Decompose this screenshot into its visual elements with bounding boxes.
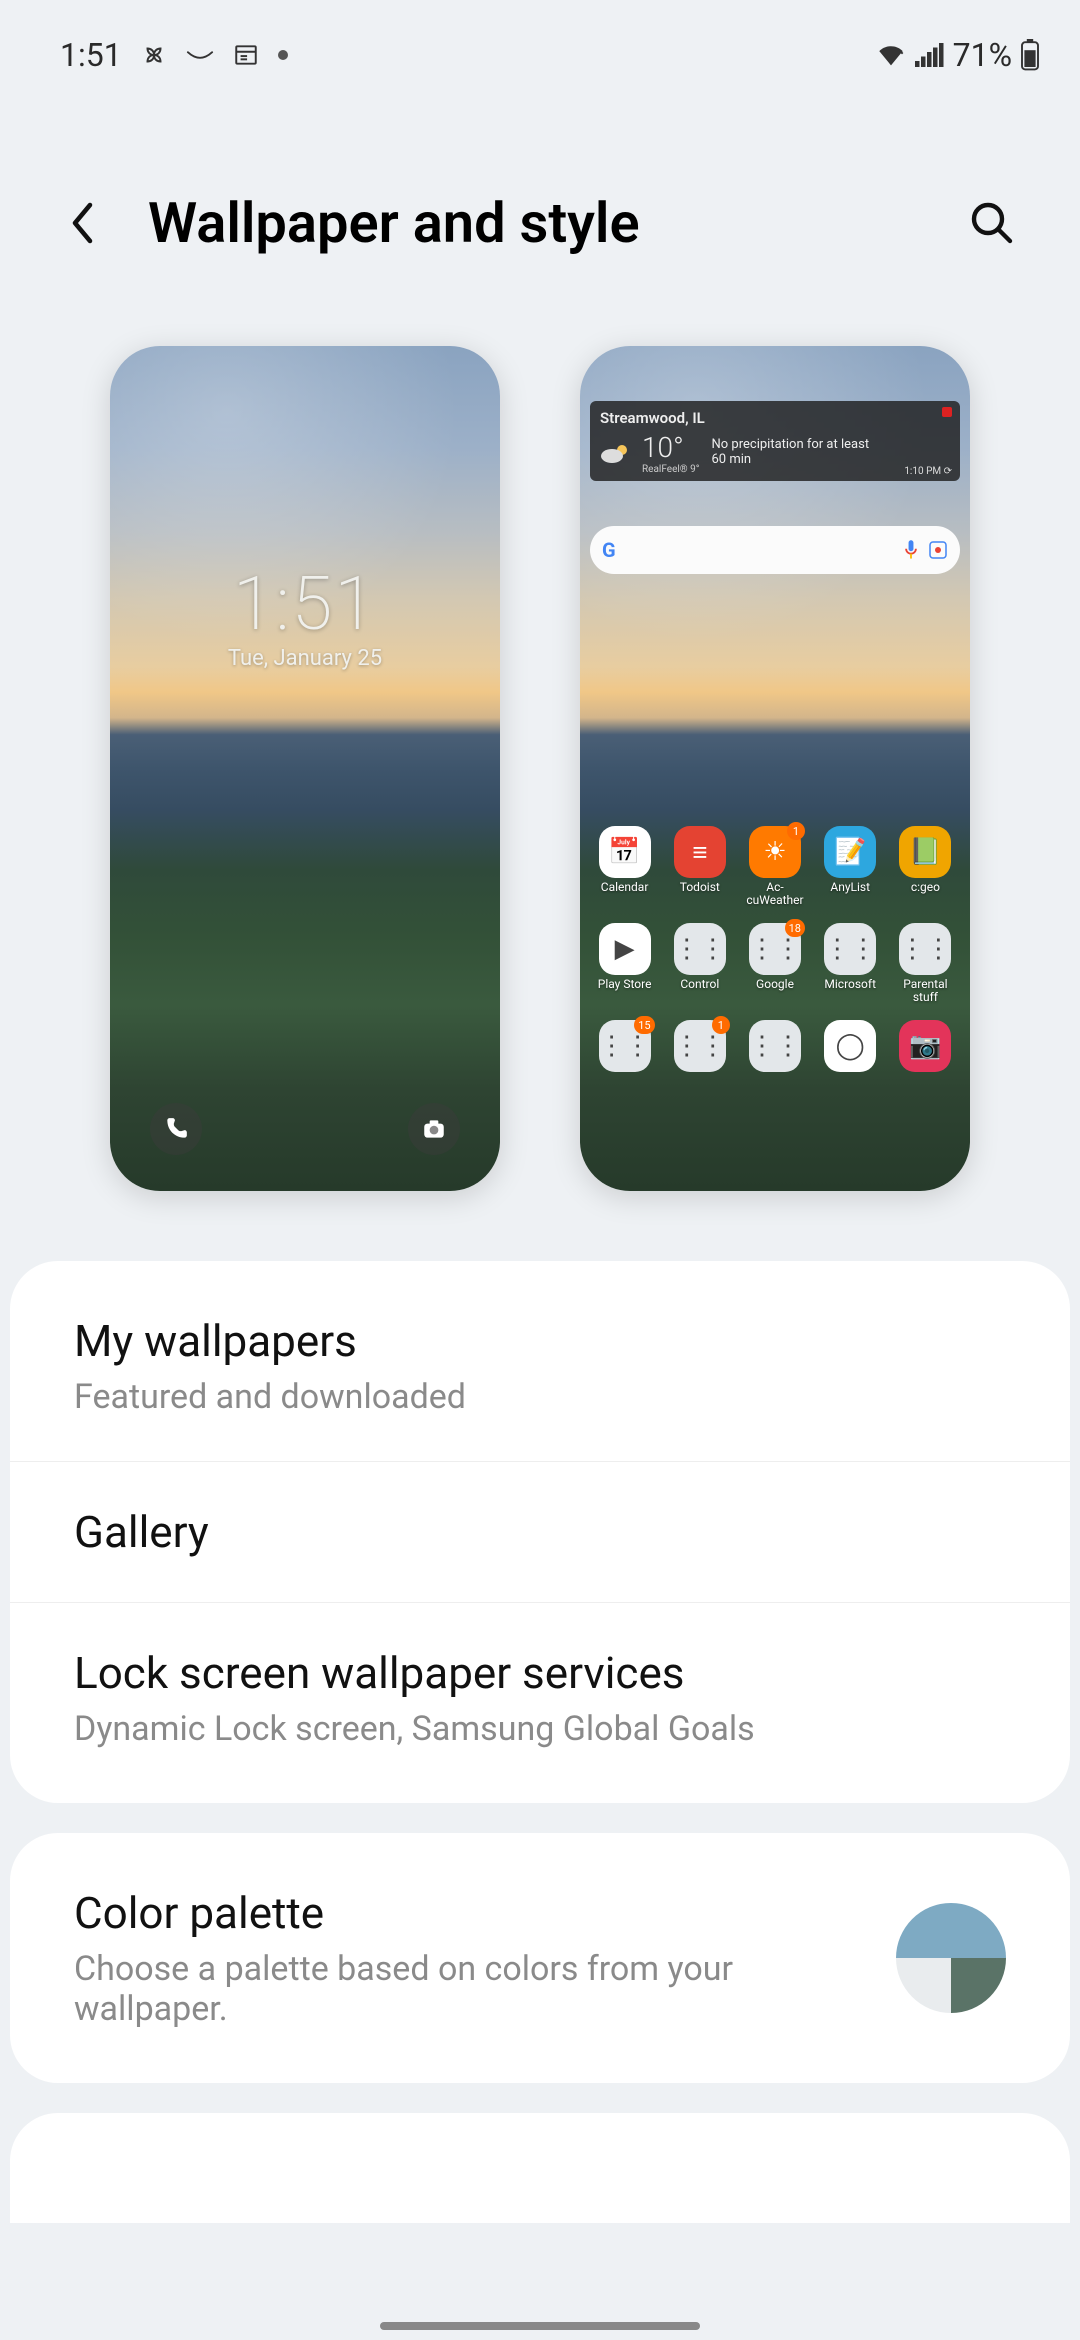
notification-badge: 1 [712, 1016, 730, 1034]
row-title: My wallpapers [74, 1315, 1006, 1367]
app-label: Todoist [680, 881, 720, 907]
lock-screen-services-row[interactable]: Lock screen wallpaper services Dynamic L… [10, 1603, 1070, 1793]
status-bar: 1:51 71% [0, 0, 1080, 90]
app-label: Calendar [601, 881, 649, 907]
app-label: Microsoft [824, 978, 876, 1004]
status-time: 1:51 [60, 36, 122, 74]
row-subtitle: Choose a palette based on colors from yo… [74, 1949, 866, 2029]
search-button[interactable] [964, 195, 1020, 251]
app-icon: ⋮⋮ [749, 1020, 801, 1072]
notification-badge: 15 [634, 1016, 654, 1034]
app-item: 📝 AnyList [816, 826, 885, 907]
app-label: AnyList [830, 881, 870, 907]
app-label: c:geo [911, 881, 940, 907]
app-icon: ⋮⋮15 [599, 1020, 651, 1072]
wifi-icon [875, 42, 907, 68]
battery-icon [1020, 39, 1040, 71]
app-item: ☀1 Ac-cuWeather [740, 826, 809, 907]
weather-desc-1: No precipitation for at least [712, 438, 951, 453]
app-icon: ☀1 [749, 826, 801, 878]
gesture-nav-handle[interactable] [380, 2322, 700, 2330]
lens-icon [928, 540, 948, 560]
app-icon: ▶ [599, 923, 651, 975]
signal-icon [915, 43, 945, 67]
color-palette-card: Color palette Choose a palette based on … [10, 1833, 1070, 2083]
wallpaper-sources-card: My wallpapers Featured and downloaded Ga… [10, 1261, 1070, 1803]
row-title: Gallery [74, 1506, 1006, 1558]
app-item: ≡ Todoist [665, 826, 734, 907]
refresh-icon: ⟳ [944, 466, 952, 477]
home-app-grid: 📅 Calendar ≡ Todoist ☀1 Ac-cuWeather 📝 AnyList 📗… [590, 826, 960, 1072]
mic-icon [902, 539, 920, 561]
app-icon: ⋮⋮18 [749, 923, 801, 975]
row-subtitle: Dynamic Lock screen, Samsung Global Goal… [74, 1709, 1006, 1749]
lock-screen-preview[interactable]: 1:51 Tue, January 25 [110, 346, 500, 1191]
app-item: 📷 [891, 1020, 960, 1072]
app-item: 📗 c:geo [891, 826, 960, 907]
more-notifications-dot [278, 50, 288, 60]
back-button[interactable] [60, 199, 108, 247]
app-icon: 📅 [599, 826, 651, 878]
app-item: ⋮⋮ Control [665, 923, 734, 1004]
lock-time: 1:51 [110, 561, 500, 648]
app-item: ⋮⋮ Microsoft [816, 923, 885, 1004]
weather-cloud-icon [600, 442, 630, 464]
notification-badge: 1 [787, 822, 805, 840]
app-item: ⋮⋮1 [665, 1020, 734, 1072]
header: Wallpaper and style [0, 90, 1080, 286]
app-item: ◯ [816, 1020, 885, 1072]
app-item: ⋮⋮ Parental stuff [891, 923, 960, 1004]
my-wallpapers-row[interactable]: My wallpapers Featured and downloaded [10, 1271, 1070, 1462]
news-icon [232, 41, 260, 69]
weather-widget: Streamwood, IL 10° RealFeel® 9° No preci… [590, 401, 960, 481]
app-label: Parental stuff [891, 978, 960, 1004]
app-icon: ⋮⋮ [899, 923, 951, 975]
weather-realfeel: RealFeel® 9° [642, 464, 700, 475]
battery-text: 71% [953, 36, 1012, 74]
row-title: Color palette [74, 1887, 866, 1939]
app-item: ⋮⋮15 [590, 1020, 659, 1072]
app-item: ⋮⋮18 Google [740, 923, 809, 1004]
app-label: Google [756, 978, 794, 1004]
app-icon: ⋮⋮ [674, 923, 726, 975]
camera-shortcut-icon [408, 1103, 460, 1155]
home-screen-preview[interactable]: Streamwood, IL 10° RealFeel® 9° No preci… [580, 346, 970, 1191]
color-palette-row[interactable]: Color palette Choose a palette based on … [10, 1843, 1070, 2073]
app-item: 📅 Calendar [590, 826, 659, 907]
google-logo-icon: G [602, 538, 616, 562]
lock-date: Tue, January 25 [110, 646, 500, 671]
weather-city: Streamwood, IL [600, 409, 950, 427]
app-item: ▶ Play Store [590, 923, 659, 1004]
swoosh-icon [186, 41, 214, 69]
pinwheel-icon [140, 41, 168, 69]
app-icon: 📷 [899, 1020, 951, 1072]
palette-preview-icon [896, 1903, 1006, 2013]
notification-badge: 18 [785, 919, 805, 937]
app-label: Ac-cuWeather [740, 881, 809, 907]
page-title: Wallpaper and style [148, 190, 924, 256]
wallpaper-previews: 1:51 Tue, January 25 Streamwood, IL 10° … [0, 286, 1080, 1251]
app-icon: ⋮⋮1 [674, 1020, 726, 1072]
app-label: Play Store [598, 978, 652, 1004]
row-subtitle: Featured and downloaded [74, 1377, 1006, 1417]
google-search-bar: G [590, 526, 960, 574]
app-item: ⋮⋮ [740, 1020, 809, 1072]
weather-temp: 10° [642, 431, 700, 464]
weather-updated: 1:10 PM ⟳ [904, 466, 952, 477]
next-card-peek[interactable] [10, 2113, 1070, 2223]
app-label: Control [680, 978, 719, 1004]
phone-shortcut-icon [150, 1103, 202, 1155]
alert-badge [942, 407, 952, 417]
app-icon: ⋮⋮ [824, 923, 876, 975]
app-icon: 📝 [824, 826, 876, 878]
row-title: Lock screen wallpaper services [74, 1647, 1006, 1699]
app-icon: 📗 [899, 826, 951, 878]
app-icon: ≡ [674, 826, 726, 878]
app-icon: ◯ [824, 1020, 876, 1072]
gallery-row[interactable]: Gallery [10, 1462, 1070, 1603]
